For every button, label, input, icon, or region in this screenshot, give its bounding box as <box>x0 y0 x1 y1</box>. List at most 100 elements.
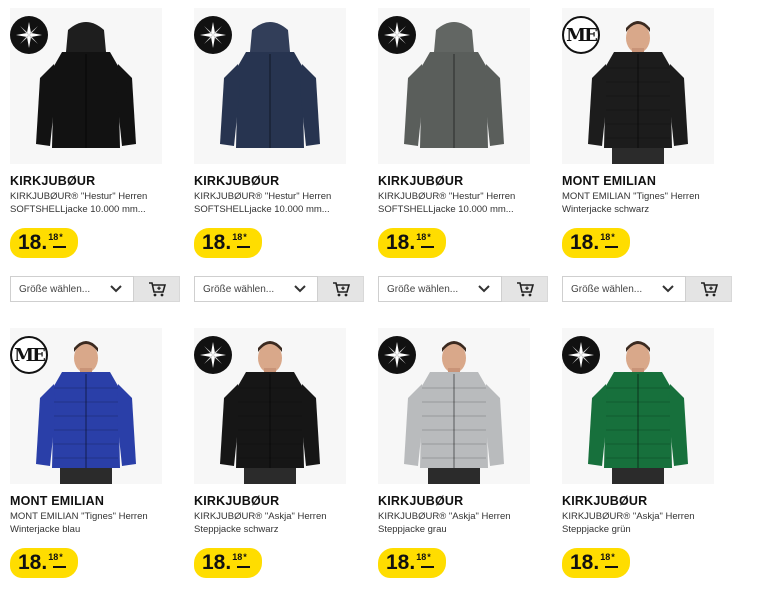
brand-logo-compass <box>194 16 232 54</box>
price-badge: 18. 18 * <box>194 228 262 258</box>
size-select[interactable]: Größe wählen... <box>562 276 686 302</box>
size-select[interactable]: Größe wählen... <box>10 276 134 302</box>
price-badge: 18. 18 * <box>378 228 446 258</box>
product-image[interactable] <box>378 8 530 164</box>
product-brand[interactable]: KIRKJUBØUR <box>378 174 463 188</box>
product-image[interactable] <box>194 8 346 164</box>
product-brand[interactable]: KIRKJUBØUR <box>194 174 279 188</box>
product-card[interactable]: KIRKJUBØUR KIRKJUBØUR® "Askja" Herren Step… <box>368 328 538 608</box>
price-asterisk: * <box>243 232 247 242</box>
product-card[interactable]: KIRKJUBØUR KIRKJUBØUR® "Askja" Herren Step… <box>184 328 354 608</box>
chevron-down-icon <box>477 284 491 294</box>
price-asterisk: * <box>243 552 247 562</box>
price-main: 18. <box>18 551 48 574</box>
price-cents: 18 <box>48 552 59 562</box>
product-brand[interactable]: KIRKJUBØUR <box>378 494 463 508</box>
add-to-cart-button[interactable] <box>134 276 180 302</box>
add-to-cart-button[interactable] <box>502 276 548 302</box>
chevron-down-icon <box>109 284 123 294</box>
price-cents: 18 <box>416 552 427 562</box>
size-select-label: Größe wählen... <box>387 283 459 295</box>
product-card[interactable]: KIRKJUBØUR KIRKJUBØUR® "Hestur" Herren SOF… <box>368 8 548 302</box>
product-brand[interactable]: MONT EMILIAN <box>562 174 656 188</box>
price-cents: 18 <box>232 552 243 562</box>
product-card[interactable]: ME MONT EMILIAN MONT EMILIAN "Tignes" Herr… <box>552 8 732 302</box>
size-select-label: Größe wählen... <box>203 283 275 295</box>
product-title-line2: Steppjacke schwarz <box>194 524 279 535</box>
price-badge: 18. 18 * <box>378 548 446 578</box>
product-title[interactable]: MONT EMILIAN "Tignes" Herren Winterjacke … <box>562 190 727 216</box>
price-cents: 18 <box>48 232 59 242</box>
price-dash <box>53 246 66 248</box>
price-badge: 18. 18 * <box>10 228 78 258</box>
price-cents: 18 <box>416 232 427 242</box>
price-main: 18. <box>570 551 600 574</box>
price-dash <box>605 246 618 248</box>
product-brand[interactable]: KIRKJUBØUR <box>562 494 647 508</box>
size-select-label: Größe wählen... <box>19 283 91 295</box>
product-title-line1: KIRKJUBØUR® "Hestur" Herren <box>378 191 516 202</box>
size-select[interactable]: Größe wählen... <box>378 276 502 302</box>
product-title-line1: KIRKJUBØUR® "Askja" Herren <box>562 511 695 522</box>
price-cents: 18 <box>232 232 243 242</box>
price-main: 18. <box>386 231 416 254</box>
product-title[interactable]: KIRKJUBØUR® "Hestur" Herren SOFTSHELLjack… <box>194 190 359 216</box>
add-to-cart-button[interactable] <box>318 276 364 302</box>
price-main: 18. <box>18 231 48 254</box>
product-brand[interactable]: KIRKJUBØUR <box>10 174 95 188</box>
brand-logo-compass <box>378 336 416 374</box>
product-image[interactable]: ME <box>10 328 162 484</box>
product-title-line2: Winterjacke schwarz <box>562 204 650 215</box>
product-title[interactable]: KIRKJUBØUR® "Askja" Herren Steppjacke gra… <box>378 510 543 536</box>
product-image[interactable] <box>194 328 346 484</box>
product-title-line1: KIRKJUBØUR® "Hestur" Herren <box>10 191 148 202</box>
size-and-cart-row: Größe wählen... <box>194 276 364 302</box>
product-brand[interactable]: KIRKJUBØUR <box>194 494 279 508</box>
size-and-cart-row: Größe wählen... <box>562 276 732 302</box>
cart-icon <box>148 281 166 297</box>
brand-logo-compass <box>194 336 232 374</box>
product-image[interactable] <box>10 8 162 164</box>
product-title[interactable]: MONT EMILIAN "Tignes" Herren Winterjacke … <box>10 510 175 536</box>
product-card[interactable]: ME MONT EMILIAN MONT EMILIAN "Tignes" Herr… <box>0 328 170 608</box>
product-title[interactable]: KIRKJUBØUR® "Hestur" Herren SOFTSHELLjack… <box>10 190 175 216</box>
price-asterisk: * <box>427 232 431 242</box>
price-cents: 18 <box>600 552 611 562</box>
product-title[interactable]: KIRKJUBØUR® "Askja" Herren Steppjacke sch… <box>194 510 359 536</box>
size-select-label: Größe wählen... <box>571 283 643 295</box>
product-card[interactable]: KIRKJUBØUR KIRKJUBØUR® "Hestur" Herren SOF… <box>0 8 180 302</box>
product-card[interactable]: KIRKJUBØUR KIRKJUBØUR® "Hestur" Herren SOF… <box>184 8 364 302</box>
brand-logo-compass <box>562 336 600 374</box>
product-title-line2: Winterjacke blau <box>10 524 81 535</box>
price-badge: 18. 18 * <box>194 548 262 578</box>
price-main: 18. <box>570 231 600 254</box>
brand-logo-compass <box>10 16 48 54</box>
price-main: 18. <box>202 231 232 254</box>
product-image[interactable] <box>562 328 714 484</box>
product-card[interactable]: KIRKJUBØUR KIRKJUBØUR® "Askja" Herren Step… <box>552 328 722 608</box>
product-title-line1: KIRKJUBØUR® "Askja" Herren <box>194 511 327 522</box>
price-asterisk: * <box>59 232 63 242</box>
product-image[interactable]: ME <box>562 8 714 164</box>
price-asterisk: * <box>427 552 431 562</box>
price-dash <box>237 566 250 568</box>
price-badge: 18. 18 * <box>10 548 78 578</box>
product-title-line1: KIRKJUBØUR® "Hestur" Herren <box>194 191 332 202</box>
size-select[interactable]: Größe wählen... <box>194 276 318 302</box>
product-title-line2: SOFTSHELLjacke 10.000 mm... <box>378 204 514 215</box>
brand-logo-compass <box>378 16 416 54</box>
product-title-line1: MONT EMILIAN "Tignes" Herren <box>10 511 148 522</box>
cart-icon <box>516 281 534 297</box>
product-title[interactable]: KIRKJUBØUR® "Hestur" Herren SOFTSHELLjack… <box>378 190 543 216</box>
price-asterisk: * <box>611 232 615 242</box>
product-title-line2: SOFTSHELLjacke 10.000 mm... <box>194 204 330 215</box>
product-title-line2: Steppjacke grau <box>378 524 447 535</box>
product-title-line2: Steppjacke grün <box>562 524 631 535</box>
product-brand[interactable]: MONT EMILIAN <box>10 494 104 508</box>
price-dash <box>53 566 66 568</box>
product-image[interactable] <box>378 328 530 484</box>
product-title[interactable]: KIRKJUBØUR® "Askja" Herren Steppjacke grü… <box>562 510 727 536</box>
brand-logo-me: ME <box>562 16 600 54</box>
size-and-cart-row: Größe wählen... <box>10 276 180 302</box>
add-to-cart-button[interactable] <box>686 276 732 302</box>
